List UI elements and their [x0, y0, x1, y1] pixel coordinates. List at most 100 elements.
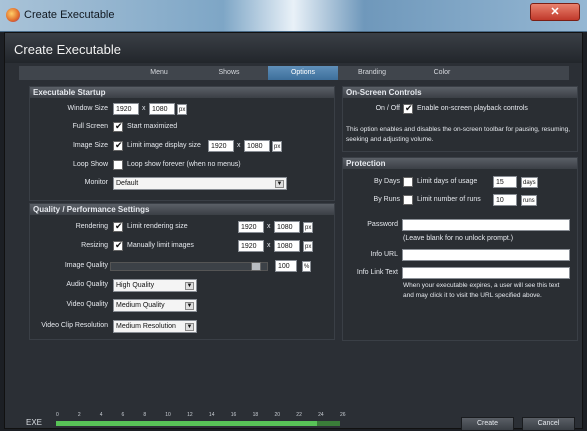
resizing-height-field[interactable]: 1080 — [274, 240, 300, 252]
percent-unit: % — [302, 261, 312, 272]
by-runs-checkbox[interactable] — [403, 195, 413, 205]
by-days-text: Limit days of usage — [417, 178, 478, 185]
by-runs-text: Limit number of runs — [417, 196, 481, 203]
image-size-text: Limit image display size — [127, 142, 201, 149]
rendering-checkbox[interactable] — [113, 221, 123, 232]
chevron-down-icon: ▼ — [185, 323, 194, 331]
loop-show-text: Loop show forever (when no menus) — [127, 161, 241, 168]
resizing-checkbox[interactable] — [113, 240, 123, 251]
monitor-label: Monitor — [84, 179, 108, 186]
video-clip-resolution-select[interactable]: Medium Resolution ▼ — [113, 320, 197, 333]
on-screen-controls-description: This option enables and disables the on-… — [346, 126, 571, 143]
rendering-label: Rendering — [75, 223, 108, 230]
info-link-text-label: Info Link Text — [356, 269, 398, 276]
expire-note: When your executable expires, a user wil… — [403, 282, 560, 299]
video-quality-value: Medium Quality — [116, 302, 165, 309]
password-field[interactable] — [402, 219, 570, 231]
window-title: Create Executable — [24, 9, 115, 21]
ruler-tick-label: 2 — [77, 412, 81, 418]
times-sign: x — [142, 105, 146, 112]
info-url-field[interactable] — [402, 249, 570, 261]
chevron-down-icon: ▼ — [185, 282, 194, 290]
create-button[interactable]: Create — [461, 417, 514, 431]
resizing-width-field[interactable]: 1920 — [238, 240, 264, 252]
ruler-tick-label: 10 — [165, 412, 171, 418]
ruler-tick-label: 22 — [296, 412, 302, 418]
ruler-tick-label: 4 — [99, 412, 103, 418]
px-unit: px — [272, 141, 283, 152]
tab-bar: Menu Shows Options Branding Color — [19, 66, 569, 80]
tab-menu[interactable]: Menu — [124, 66, 194, 80]
monitor-value: Default — [116, 180, 139, 187]
on-off-label: On / Off — [375, 105, 400, 112]
loop-show-label: Loop Show — [72, 161, 108, 168]
cancel-button[interactable]: Cancel — [522, 417, 575, 431]
ruler-tick-label: 16 — [230, 412, 237, 418]
tab-options[interactable]: Options — [268, 66, 338, 80]
panel-title: Quality / Performance Settings — [30, 204, 334, 215]
by-days-checkbox[interactable] — [403, 177, 413, 187]
image-quality-label: Image Quality — [64, 262, 108, 269]
by-days-label: By Days — [373, 178, 400, 185]
size-meter-fill — [56, 421, 318, 426]
video-quality-label: Video Quality — [66, 301, 108, 308]
times-sign: x — [267, 223, 271, 230]
ruler-tick-label: 6 — [121, 412, 125, 418]
ruler-tick-label: 26 — [340, 412, 346, 418]
title-bar: Create Executable ✕ — [0, 0, 587, 32]
ruler-tick-label: 24 — [318, 412, 324, 418]
on-screen-controls-checkbox[interactable] — [403, 103, 413, 114]
window-height-field[interactable]: 1080 — [149, 103, 175, 115]
monitor-select[interactable]: Default ▼ — [113, 177, 287, 190]
px-unit: px — [303, 222, 314, 233]
full-screen-checkbox[interactable] — [113, 121, 123, 132]
tab-branding[interactable]: Branding — [337, 66, 407, 80]
panel-title: On-Screen Controls — [343, 87, 577, 98]
rendering-height-field[interactable]: 1080 — [274, 221, 300, 233]
days-unit: days — [521, 177, 538, 188]
video-clip-resolution-label: Video Clip Resolution — [41, 322, 108, 329]
resizing-label: Resizing — [81, 242, 108, 249]
info-url-label: Info URL — [370, 251, 398, 258]
page-title: Create Executable — [5, 33, 582, 63]
image-height-field[interactable]: 1080 — [244, 140, 270, 152]
panel-title: Protection — [343, 158, 577, 169]
chevron-down-icon: ▼ — [275, 180, 284, 188]
window-width-field[interactable]: 1920 — [113, 103, 139, 115]
tab-shows[interactable]: Shows — [194, 66, 264, 80]
video-quality-select[interactable]: Medium Quality ▼ — [113, 299, 197, 312]
rendering-width-field[interactable]: 1920 — [238, 221, 264, 233]
image-width-field[interactable]: 1920 — [208, 140, 234, 152]
full-screen-label: Full Screen — [72, 123, 108, 130]
loop-show-checkbox[interactable] — [113, 160, 123, 170]
resizing-text: Manually limit images — [127, 242, 194, 249]
close-button[interactable]: ✕ — [530, 3, 580, 21]
times-sign: x — [237, 142, 241, 149]
password-hint: (Leave blank for no unlock prompt.) — [403, 235, 514, 242]
runs-unit: runs — [521, 195, 537, 206]
audio-quality-value: High Quality — [116, 282, 155, 289]
tab-color[interactable]: Color — [407, 66, 477, 80]
ruler-tick-label: 8 — [143, 412, 147, 418]
image-size-checkbox[interactable] — [113, 140, 123, 151]
ruler-tick-label: 12 — [187, 412, 193, 418]
days-field[interactable]: 15 — [493, 176, 517, 188]
rendering-text: Limit rendering size — [127, 223, 188, 230]
px-unit: px — [177, 104, 188, 115]
audio-quality-select[interactable]: High Quality ▼ — [113, 279, 197, 292]
exe-label: EXE — [26, 418, 43, 427]
ruler-tick-label: 14 — [208, 412, 215, 418]
window-size-label: Window Size — [67, 105, 108, 112]
runs-field[interactable]: 10 — [493, 194, 517, 206]
times-sign: x — [267, 242, 271, 249]
panel-title: Executable Startup — [30, 87, 334, 98]
image-quality-field[interactable]: 100 — [275, 260, 297, 272]
on-screen-controls-text: Enable on-screen playback controls — [417, 105, 528, 112]
info-link-text-field[interactable] — [402, 267, 570, 279]
password-label: Password — [367, 221, 398, 228]
chevron-down-icon: ▼ — [185, 302, 194, 310]
size-meter — [56, 421, 340, 426]
image-quality-slider[interactable] — [110, 262, 268, 271]
slider-thumb[interactable] — [251, 262, 261, 271]
ruler-tick-label: 0 — [56, 412, 59, 418]
